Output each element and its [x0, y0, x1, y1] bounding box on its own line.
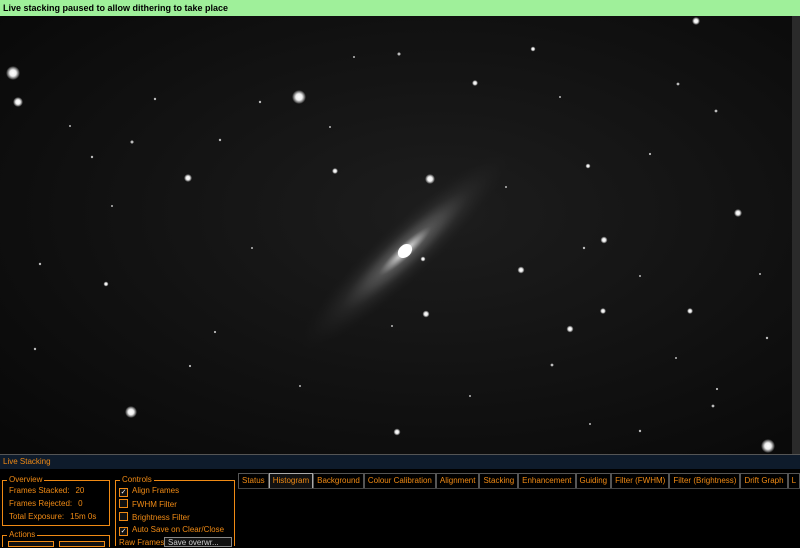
frames-stacked-value: 20: [75, 486, 85, 495]
tab-background[interactable]: Background: [313, 473, 364, 488]
checkbox-unchecked-icon[interactable]: [119, 512, 128, 521]
tab-colour-calibration[interactable]: Colour Calibration: [363, 473, 436, 488]
tab-l[interactable]: L: [787, 473, 800, 488]
raw-frames-select[interactable]: Save overwr...: [164, 537, 232, 547]
overview-group: Overview Frames Stacked: 20 Frames Reject…: [2, 475, 110, 526]
tab-filter-brightness[interactable]: Filter (Brightness): [669, 473, 741, 488]
tab-enhancement[interactable]: Enhancement: [518, 473, 576, 488]
galaxy-image: [0, 16, 800, 454]
total-exposure-label: Total Exposure:: [9, 512, 65, 521]
frames-stacked-row: Frames Stacked: 20: [9, 486, 84, 496]
frames-rejected-row: Frames Rejected: 0: [9, 499, 83, 509]
tab-stacking[interactable]: Stacking: [479, 473, 519, 488]
total-exposure-row: Total Exposure: 15m 0s: [9, 512, 96, 522]
viewport-scrollbar[interactable]: [792, 16, 800, 454]
actions-group: Actions: [2, 530, 110, 547]
action-button-1[interactable]: [8, 541, 54, 547]
checkbox-checked-icon[interactable]: ✓: [119, 488, 128, 497]
frames-rejected-label: Frames Rejected:: [9, 499, 73, 508]
total-exposure-value: 15m 0s: [70, 512, 97, 521]
status-banner: Live stacking paused to allow dithering …: [0, 0, 800, 16]
tab-status[interactable]: Status: [238, 473, 269, 488]
live-stacking-panel: Live Stacking Overview Frames Stacked: 20…: [0, 454, 800, 547]
actions-label: Actions: [7, 530, 38, 540]
fwhm-filter-checkbox[interactable]: FWHM Filter: [119, 499, 177, 510]
tab-guiding[interactable]: Guiding: [575, 473, 612, 488]
checkbox-checked-icon[interactable]: ✓: [119, 527, 128, 536]
checkbox-unchecked-icon[interactable]: [119, 499, 128, 508]
tab-content: [238, 488, 800, 545]
controls-label: Controls: [120, 475, 154, 485]
frames-stacked-label: Frames Stacked:: [9, 486, 70, 495]
stacked-image-viewport[interactable]: [0, 16, 800, 454]
raw-frames-label: Raw Frames: [119, 538, 165, 547]
action-button-2[interactable]: [59, 541, 105, 547]
brightness-filter-checkbox[interactable]: Brightness Filter: [119, 512, 190, 523]
tab-bar: Status Histogram Background Colour Calibrat…: [238, 473, 800, 488]
overview-label: Overview: [7, 475, 45, 485]
tab-alignment[interactable]: Alignment: [435, 473, 480, 488]
controls-group: Controls ✓ Align Frames FWHM Filter Brigh…: [115, 475, 235, 547]
panel-title: Live Stacking: [0, 455, 800, 469]
align-frames-checkbox[interactable]: ✓ Align Frames: [119, 486, 179, 497]
frames-rejected-value: 0: [78, 499, 83, 508]
tab-histogram[interactable]: Histogram: [268, 473, 314, 488]
tab-filter-fwhm[interactable]: Filter (FWHM): [611, 473, 670, 488]
tab-drift-graph[interactable]: Drift Graph: [740, 473, 788, 488]
auto-save-checkbox[interactable]: ✓ Auto Save on Clear/Close: [119, 525, 224, 536]
